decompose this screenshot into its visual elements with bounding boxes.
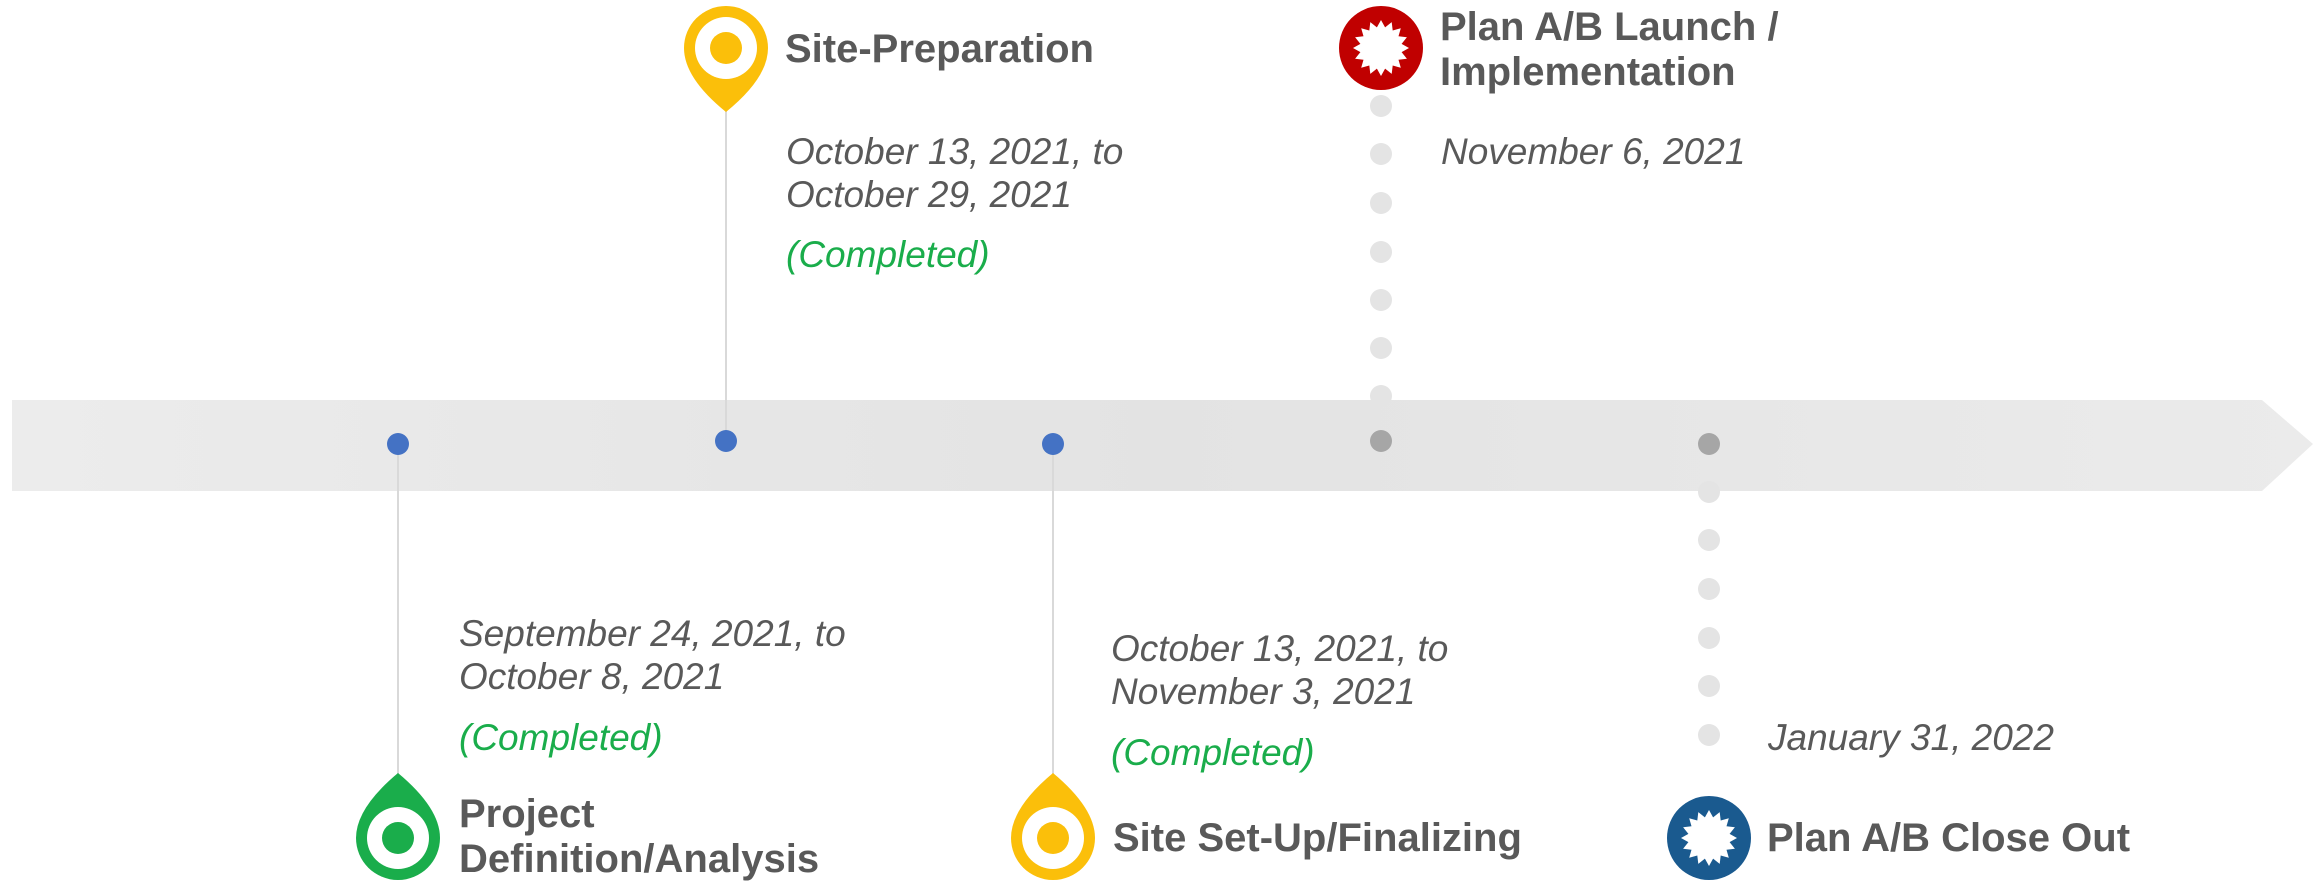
milestone-title-line: Plan A/B Close Out <box>1767 816 2131 860</box>
milestone-title-site-prep: Site-Preparation <box>785 27 1094 72</box>
milestone-dates-line: October 29, 2021 <box>786 174 1072 215</box>
milestone-title-site-setup: Site Set-Up/Finalizing <box>1113 816 1522 861</box>
milestone-dates-line: October 13, 2021, to <box>786 131 1124 172</box>
milestone-dates-line: November 6, 2021 <box>1441 131 1746 172</box>
red-starburst-icon <box>1339 6 1423 90</box>
yellow-pin-icon <box>1011 773 1095 880</box>
dotted-connector-launch <box>1370 95 1392 407</box>
milestone-title-line: Implementation <box>1440 50 1736 94</box>
milestone-dates-site-prep: October 13, 2021, to October 29, 2021 <box>786 130 1123 216</box>
milestone-status-site-prep: (Completed) <box>786 234 990 275</box>
yellow-pin-icon <box>684 6 768 112</box>
timeline-marker-launch <box>1370 430 1392 452</box>
milestone-dates-closeout: January 31, 2022 <box>1768 716 2054 759</box>
milestone-dates-line: September 24, 2021, to <box>459 613 846 654</box>
milestone-status-project: (Completed) <box>459 717 663 758</box>
milestone-title-line: Definition/Analysis <box>459 837 820 881</box>
milestone-title-line: Plan A/B Launch / <box>1440 5 1779 49</box>
milestone-dates-launch: November 6, 2021 <box>1441 130 1745 173</box>
milestone-dates-line: October 13, 2021, to <box>1111 628 1449 669</box>
timeline-marker-closeout <box>1698 433 1720 455</box>
milestone-title-line: Site-Preparation <box>785 27 1094 71</box>
dotted-connector-closeout <box>1698 481 1720 746</box>
milestone-dates-project: September 24, 2021, to October 8, 2021 <box>459 612 846 698</box>
milestone-dates-line: October 8, 2021 <box>459 656 725 697</box>
blue-starburst-icon <box>1667 796 1751 880</box>
green-pin-icon <box>356 773 440 880</box>
milestone-dates-line: January 31, 2022 <box>1768 717 2054 758</box>
timeline-marker-site-setup <box>1042 433 1064 455</box>
milestone-title-closeout: Plan A/B Close Out <box>1767 816 2130 861</box>
milestone-title-line: Site Set-Up/Finalizing <box>1113 816 1522 860</box>
milestone-status-site-setup: (Completed) <box>1111 732 1315 773</box>
milestone-dates-site-setup: October 13, 2021, to November 3, 2021 <box>1111 627 1448 713</box>
milestone-dates-line: November 3, 2021 <box>1111 671 1416 712</box>
timeline-marker-project <box>387 433 409 455</box>
timeline-arrow <box>12 400 2313 491</box>
milestone-title-project: Project Definition/Analysis <box>459 792 819 882</box>
milestone-title-launch: Plan A/B Launch / Implementation <box>1440 5 1779 95</box>
timeline-marker-site-prep <box>715 430 737 452</box>
milestone-title-line: Project <box>459 792 595 836</box>
